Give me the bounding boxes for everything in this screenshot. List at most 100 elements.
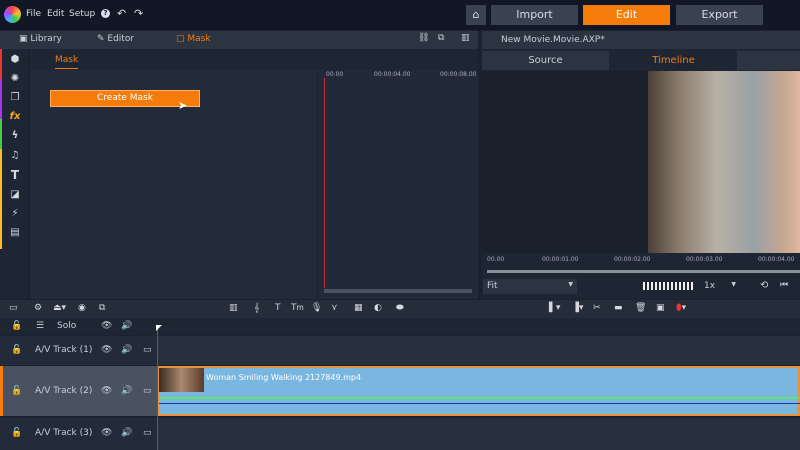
tab-library[interactable]: ▣ Library: [19, 34, 62, 44]
track-lane[interactable]: [157, 336, 800, 365]
mask-panel: [30, 49, 317, 299]
delete-icon[interactable]: 🗑: [635, 303, 646, 313]
solo-row: [0, 318, 157, 335]
title-icon[interactable]: T: [275, 303, 281, 313]
menu-disc-icon[interactable]: ▤: [9, 227, 21, 239]
eye-icon[interactable]: 👁: [101, 345, 112, 355]
lock-icon[interactable]: 🔓: [11, 386, 22, 396]
tab-source[interactable]: Source: [482, 51, 609, 70]
lock-icon[interactable]: 🔓: [11, 428, 22, 438]
fit-label: Fit: [487, 281, 498, 291]
marker-out-icon[interactable]: ▐▾: [572, 303, 583, 313]
track-menu-icon[interactable]: ☰: [36, 321, 44, 331]
mini-scrollbar[interactable]: [324, 289, 472, 293]
timeline-ruler[interactable]: [157, 318, 800, 335]
video-clip[interactable]: Woman Smiling Walking 2127849.mp4: [157, 366, 800, 416]
mini-ruler-label: 00:00:04.00: [374, 71, 411, 78]
scrub-bar[interactable]: [487, 270, 800, 273]
motion-icon[interactable]: ⚡: [9, 208, 21, 220]
layout-icon[interactable]: ▥: [461, 33, 470, 43]
clip-thumbnail: [159, 368, 204, 392]
montage-icon[interactable]: ❐: [9, 92, 21, 104]
tab-timeline[interactable]: Timeline: [610, 51, 737, 70]
volume-line: [159, 403, 800, 404]
home-icon: ⌂: [472, 8, 480, 21]
menu-setup[interactable]: Setup: [69, 9, 95, 19]
playhead[interactable]: [157, 326, 158, 450]
eye-icon[interactable]: 👁: [101, 428, 112, 438]
speaker-icon[interactable]: 🔊: [121, 428, 132, 438]
mini-playhead[interactable]: [324, 78, 325, 288]
solo-label[interactable]: Solo: [57, 321, 76, 331]
speaker-icon[interactable]: 🔊: [121, 345, 132, 355]
lock-icon[interactable]: 🔓: [11, 321, 22, 331]
tab-mask-label: Mask: [187, 34, 211, 44]
link-icon[interactable]: ⛓: [418, 33, 429, 43]
clip-name: Woman Smiling Walking 2127849.mp4: [206, 373, 362, 382]
copy-icon[interactable]: ⧉: [99, 303, 105, 313]
skip-start-icon[interactable]: ⏮: [780, 280, 788, 290]
home-button[interactable]: ⌂: [466, 5, 486, 25]
loop-icon[interactable]: ⟲: [760, 280, 768, 291]
transition-icon[interactable]: ⋎: [331, 303, 338, 313]
redo-icon[interactable]: ↷: [134, 7, 143, 20]
multicam-icon[interactable]: ▦: [354, 303, 363, 313]
cursor-icon: ➤: [178, 99, 188, 112]
track-name[interactable]: A/V Track (2): [35, 386, 92, 396]
speaker-icon[interactable]: 🔊: [121, 321, 132, 331]
track-lane[interactable]: [157, 418, 800, 450]
marker-icon[interactable]: ⬮▾: [676, 303, 686, 313]
audio-mixer-icon[interactable]: ▥: [229, 303, 238, 313]
speaker-icon[interactable]: 🔊: [121, 386, 132, 396]
eye-icon[interactable]: 👁: [101, 321, 112, 331]
mask-subtab[interactable]: Mask: [55, 55, 79, 69]
snap-icon[interactable]: ⏏▾: [53, 303, 66, 313]
timeline-menu-icon[interactable]: ▭: [9, 303, 18, 313]
shuttle-control[interactable]: [643, 282, 695, 290]
split-icon[interactable]: ✂: [593, 303, 601, 313]
voiceover-icon[interactable]: 🎙: [311, 303, 322, 313]
ruler-label: 00:00:03.00: [686, 256, 723, 263]
menu-file[interactable]: File: [26, 9, 41, 19]
ruler-label: 00:00:02.00: [614, 256, 651, 263]
speed-select[interactable]: 1x ▼: [700, 279, 740, 294]
track-name[interactable]: A/V Track (3): [35, 428, 92, 438]
box-icon[interactable]: ⬢: [9, 54, 21, 66]
tab-library-label: Library: [30, 34, 62, 44]
effects-icon[interactable]: ✺: [9, 73, 21, 85]
lock-icon[interactable]: 🔓: [11, 345, 22, 355]
export-button[interactable]: Export: [676, 5, 763, 25]
zoom-fit-select[interactable]: Fit ▼: [483, 279, 577, 294]
snapshot-icon[interactable]: ▣: [656, 303, 665, 313]
app-logo[interactable]: [4, 6, 21, 23]
import-button[interactable]: Import: [491, 5, 578, 25]
track-name[interactable]: A/V Track (1): [35, 345, 92, 355]
transition-icon[interactable]: ϟ: [9, 130, 21, 142]
settings-icon[interactable]: ⚙: [34, 303, 42, 313]
title-motion-icon[interactable]: Tm: [291, 303, 304, 313]
undo-icon[interactable]: ↶: [117, 7, 126, 20]
playhead-handle[interactable]: [156, 325, 162, 331]
tab-mask[interactable]: ▢ Mask: [176, 34, 211, 44]
detach-icon[interactable]: ⧉: [438, 33, 444, 43]
tab-editor[interactable]: ✎ Editor: [97, 34, 134, 44]
menu-edit[interactable]: Edit: [47, 9, 64, 19]
color-icon[interactable]: ◐: [374, 303, 382, 313]
trim-icon[interactable]: ▬: [614, 303, 623, 313]
eye-icon[interactable]: 👁: [101, 386, 112, 396]
edit-button[interactable]: Edit: [583, 5, 670, 25]
help-icon[interactable]: ?: [101, 9, 110, 18]
tab-editor-label: Editor: [107, 34, 135, 44]
panel-tab-bar: [0, 31, 478, 49]
fx-icon[interactable]: fx: [9, 111, 21, 123]
disc-icon[interactable]: ◉: [78, 303, 86, 313]
monitor-icon[interactable]: ▭: [143, 428, 152, 438]
eraser-icon[interactable]: ⬬: [396, 303, 404, 313]
music-icon[interactable]: ♫: [9, 150, 21, 162]
monitor-icon[interactable]: ▭: [143, 386, 152, 396]
title-icon[interactable]: T: [9, 169, 21, 181]
sticker-icon[interactable]: ◪: [9, 189, 21, 201]
marker-in-icon[interactable]: ▌▾: [549, 303, 560, 313]
scorefitter-icon[interactable]: 𝄞: [254, 303, 259, 313]
monitor-icon[interactable]: ▭: [143, 345, 152, 355]
